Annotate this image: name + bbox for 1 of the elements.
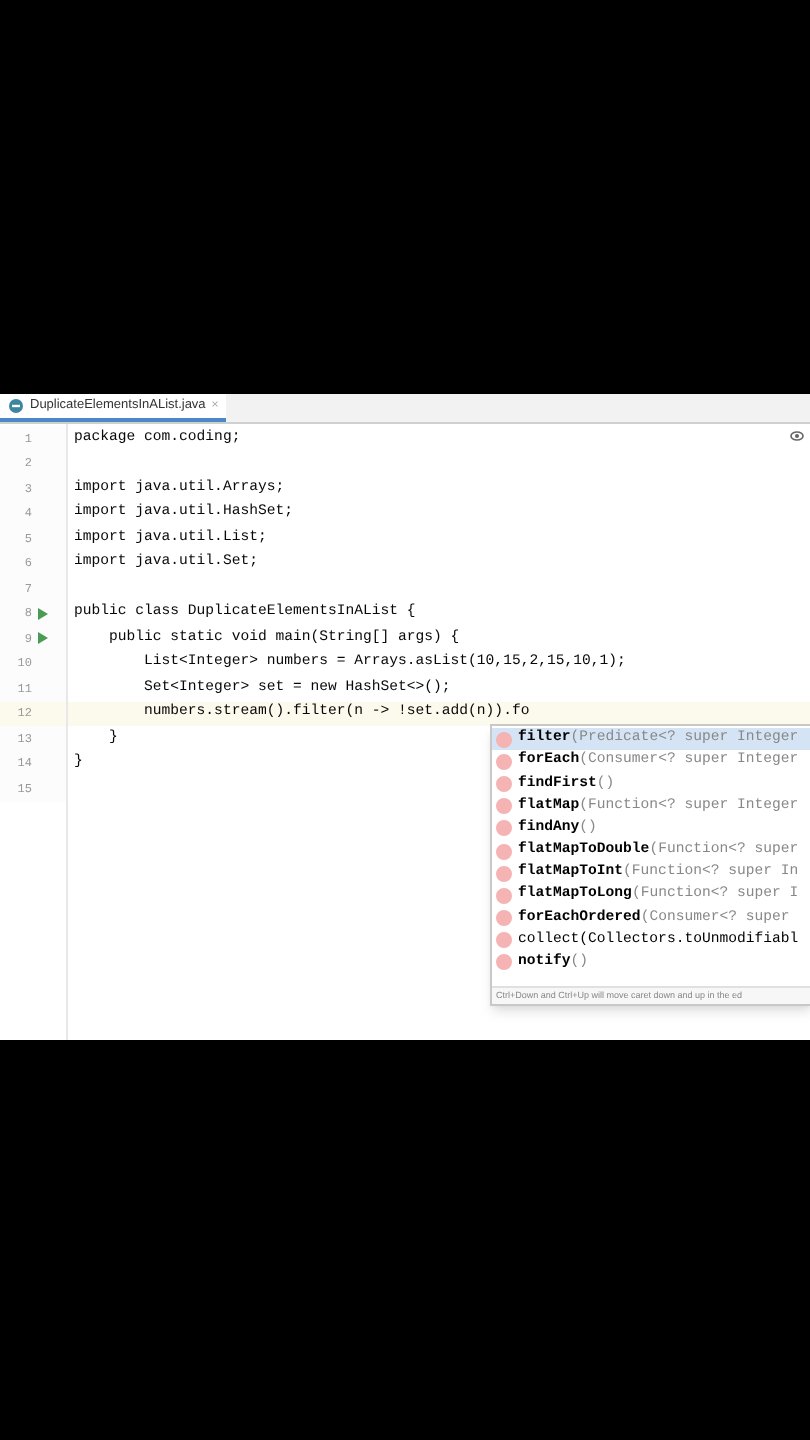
eye-icon[interactable] [790,430,804,442]
